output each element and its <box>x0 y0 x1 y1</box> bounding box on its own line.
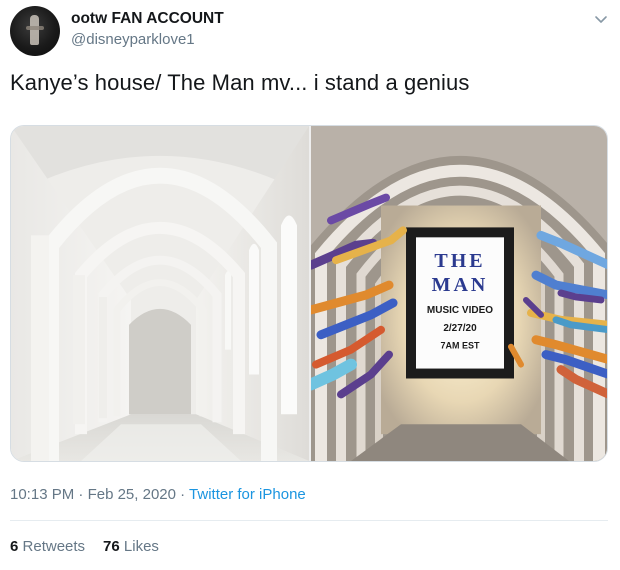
likes-label: Likes <box>123 538 159 555</box>
poster-subtitle: MUSIC VIDEO <box>427 305 493 316</box>
corridor-photo[interactable] <box>11 126 309 461</box>
poster-title-line1: THE <box>434 250 485 272</box>
tweet-date[interactable]: Feb 25, 2020 <box>88 486 176 503</box>
user-handle[interactable]: @disneyparklove1 <box>71 31 195 48</box>
tweet-text: Kanye’s house/ The Man mv... i stand a g… <box>10 70 470 95</box>
avatar[interactable] <box>10 6 60 56</box>
poster-time: 7AM EST <box>441 341 481 351</box>
avatar-figure <box>30 15 39 45</box>
tweet-source-link[interactable]: Twitter for iPhone <box>189 486 306 503</box>
meta-separator: · <box>74 486 88 503</box>
the-man-poster-photo[interactable]: THE MAN MUSIC VIDEO 2/27/20 7AM EST <box>311 126 608 461</box>
chevron-down-icon[interactable] <box>592 10 610 28</box>
retweets-label: Retweets <box>22 538 86 555</box>
display-name[interactable]: ootw FAN ACCOUNT <box>71 10 224 28</box>
tweet-media[interactable]: THE MAN MUSIC VIDEO 2/27/20 7AM EST <box>10 125 608 462</box>
avatar-figure-arm <box>26 26 44 30</box>
tweet-metadata: 10:13 PM · Feb 25, 2020 · Twitter for iP… <box>10 486 306 503</box>
poster-title-line2: MAN <box>432 274 489 296</box>
retweets-count: 6 <box>10 538 19 555</box>
tweet-stats: 6 Retweets 76 Likes <box>10 538 159 555</box>
likes-stat[interactable]: 76 Likes <box>103 538 159 555</box>
tweet-card: ootw FAN ACCOUNT @disneyparklove1 Kanye’… <box>0 0 620 570</box>
divider <box>10 520 608 521</box>
likes-count: 76 <box>103 538 120 555</box>
meta-separator: · <box>175 486 190 503</box>
retweets-stat[interactable]: 6 Retweets <box>10 538 85 555</box>
poster-date: 2/27/20 <box>443 323 477 334</box>
tweet-time[interactable]: 10:13 PM <box>10 486 74 503</box>
